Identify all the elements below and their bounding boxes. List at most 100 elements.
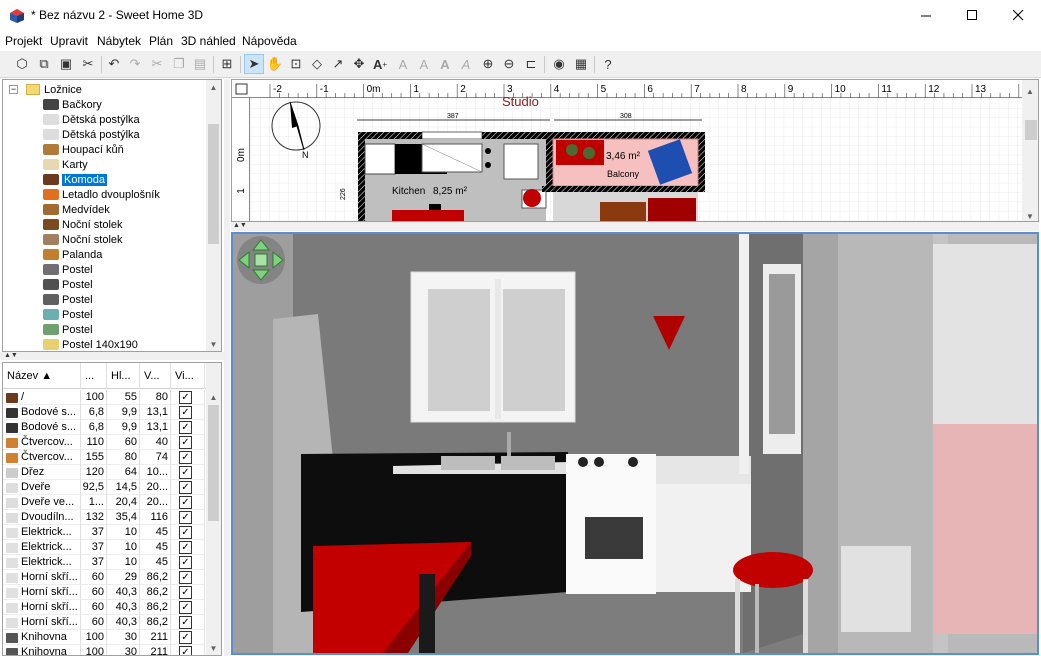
copy-icon[interactable]: ❐ (169, 54, 189, 74)
scroll-thumb[interactable] (208, 124, 219, 244)
catalog-item[interactable]: Postel (43, 322, 93, 337)
catalog-item[interactable]: Noční stolek (43, 232, 123, 247)
table-row[interactable]: Bodové s... 6,8 9,9 13,1 ✓ (3, 405, 208, 420)
catalog-item[interactable]: Karty (43, 157, 88, 172)
minimize-icon[interactable] (903, 0, 949, 31)
create-walls-icon[interactable]: ⊡ (286, 54, 306, 74)
catalog-item[interactable]: Postel (43, 262, 93, 277)
catalog-item[interactable]: Palanda (43, 247, 102, 262)
scroll-down-icon[interactable]: ▼ (206, 641, 221, 655)
table-row[interactable]: / 100 55 80 ✓ (3, 390, 208, 405)
catalog-item[interactable]: Postel (43, 277, 93, 292)
visible-checkbox[interactable]: ✓ (179, 436, 192, 449)
plan-canvas[interactable]: -2-10m1234567891011121314 0m 1 N Studio … (232, 80, 1039, 222)
new-home-icon[interactable]: ⬡ (12, 54, 32, 74)
maximize-icon[interactable] (949, 0, 995, 31)
table-row[interactable]: Čtvercov... 155 80 74 ✓ (3, 450, 208, 465)
help-icon[interactable]: ? (598, 54, 618, 74)
visible-checkbox[interactable]: ✓ (179, 451, 192, 464)
catalog-item[interactable]: Komoda (43, 172, 107, 187)
scroll-up-icon[interactable]: ▲ (206, 80, 221, 94)
table-row[interactable]: Horní skří... 60 40,3 86,2 ✓ (3, 615, 208, 630)
visible-checkbox[interactable]: ✓ (179, 616, 192, 629)
add-furniture-icon[interactable]: ⊞ (217, 54, 237, 74)
visible-checkbox[interactable]: ✓ (179, 466, 192, 479)
visible-checkbox[interactable]: ✓ (179, 631, 192, 644)
visible-checkbox[interactable]: ✓ (179, 496, 192, 509)
catalog-item[interactable]: Noční stolek (43, 217, 123, 232)
select-mode-icon[interactable]: ➤ (244, 54, 264, 74)
catalog-scrollbar[interactable]: ▲ ▼ (206, 80, 221, 351)
create-photo-icon[interactable]: ◉ (549, 54, 569, 74)
tree-expand-icon[interactable]: − (9, 85, 18, 94)
table-row[interactable]: Horní skří... 60 40,3 86,2 ✓ (3, 585, 208, 600)
table-row[interactable]: Horní skří... 60 29 86,2 ✓ (3, 570, 208, 585)
table-row[interactable]: Dřez 120 64 10... ✓ (3, 465, 208, 480)
catalog-item[interactable]: Medvídek (43, 202, 110, 217)
create-rooms-icon[interactable]: ◇ (307, 54, 327, 74)
visible-checkbox[interactable]: ✓ (179, 646, 192, 655)
undo-icon[interactable]: ↶ (104, 54, 124, 74)
add-text-icon[interactable]: A + (370, 54, 390, 74)
visible-checkbox[interactable]: ✓ (179, 571, 192, 584)
catalog-item[interactable]: Houpací kůň (43, 142, 124, 157)
visible-checkbox[interactable]: ✓ (179, 481, 192, 494)
column-depth[interactable]: Hl... (107, 363, 140, 389)
catalog-item[interactable]: Postel (43, 292, 93, 307)
create-polylines-icon[interactable]: ↗ (328, 54, 348, 74)
create-3d-view-icon[interactable]: ⊏ (521, 54, 541, 74)
menu-plan[interactable]: Plán (149, 34, 173, 48)
save-icon[interactable]: ▣ (56, 54, 76, 74)
visible-checkbox[interactable]: ✓ (179, 586, 192, 599)
redo-icon[interactable]: ↷ (125, 54, 145, 74)
create-dimensions-icon[interactable]: ✥ (349, 54, 369, 74)
column-height[interactable]: V... (140, 363, 171, 389)
table-row[interactable]: Knihovna 100 30 211 ✓ (3, 630, 208, 645)
scroll-down-icon[interactable]: ▼ (206, 337, 221, 351)
italic-text-icon[interactable]: A (456, 54, 476, 74)
catalog-item[interactable]: Letadlo dvouplošník (43, 187, 160, 202)
cut-icon[interactable]: ✂ (147, 54, 167, 74)
zoom-in-icon[interactable]: ⊕ (478, 54, 498, 74)
scroll-up-icon[interactable]: ▲ (206, 390, 221, 404)
table-row[interactable]: Dveře ve... 1... 20,4 20... ✓ (3, 495, 208, 510)
increase-text-size-icon[interactable]: A (393, 54, 413, 74)
decrease-text-size-icon[interactable]: A (414, 54, 434, 74)
bold-text-icon[interactable]: A (435, 54, 455, 74)
visible-checkbox[interactable]: ✓ (179, 541, 192, 554)
menu-upravit[interactable]: Upravit (50, 34, 88, 48)
catalog-item[interactable]: Postel (43, 307, 93, 322)
horizontal-splitter[interactable]: ▲▼ (0, 352, 226, 360)
table-row[interactable]: Elektrick... 37 10 45 ✓ (3, 555, 208, 570)
visible-checkbox[interactable]: ✓ (179, 391, 192, 404)
preferences-icon[interactable]: ✂ (78, 54, 98, 74)
visible-checkbox[interactable]: ✓ (179, 556, 192, 569)
table-row[interactable]: Knihovna 100 30 211 ✓ (3, 645, 208, 655)
visible-checkbox[interactable]: ✓ (179, 406, 192, 419)
3d-view[interactable] (231, 232, 1039, 655)
table-scrollbar[interactable]: ▲ ▼ (206, 363, 221, 655)
close-icon[interactable] (995, 0, 1041, 31)
catalog-category[interactable]: − Ložnice (9, 82, 82, 97)
zoom-out-icon[interactable]: ⊖ (499, 54, 519, 74)
menu-3d-nahled[interactable]: 3D náhled (181, 34, 236, 48)
open-icon[interactable]: ⧉ (34, 54, 54, 74)
paste-icon[interactable]: ▤ (190, 54, 210, 74)
table-row[interactable]: Elektrick... 37 10 45 ✓ (3, 540, 208, 555)
visible-checkbox[interactable]: ✓ (179, 511, 192, 524)
table-row[interactable]: Dveře 92,5 14,5 20... ✓ (3, 480, 208, 495)
scroll-thumb[interactable] (208, 405, 219, 521)
visible-checkbox[interactable]: ✓ (179, 421, 192, 434)
navigation-arrows-icon[interactable] (237, 236, 285, 284)
plan-3d-splitter[interactable]: ▲▼ (231, 222, 1039, 231)
table-row[interactable]: Horní skří... 60 40,3 86,2 ✓ (3, 600, 208, 615)
catalog-item[interactable]: Bačkory (43, 97, 102, 112)
column-width[interactable]: ... (81, 363, 107, 389)
catalog-item[interactable]: Postel 140x190 (43, 337, 138, 351)
plan-view[interactable]: -2-10m1234567891011121314 0m 1 N Studio … (231, 79, 1039, 222)
pan-mode-icon[interactable]: ✋ (265, 54, 285, 74)
menu-nabytek[interactable]: Nábytek (97, 34, 141, 48)
table-row[interactable]: Bodové s... 6,8 9,9 13,1 ✓ (3, 420, 208, 435)
visible-checkbox[interactable]: ✓ (179, 526, 192, 539)
menu-napoveda[interactable]: Nápověda (242, 34, 297, 48)
